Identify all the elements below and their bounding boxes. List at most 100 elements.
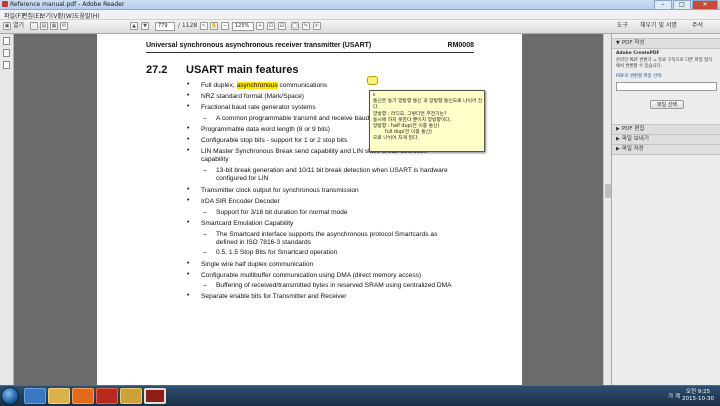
menu-window[interactable]: 창(W) [58, 11, 74, 20]
pdf-page: Universal synchronous asynchronous recei… [97, 34, 522, 389]
tools-panel: ▼ PDF 작성 Adobe CreatePDF 온라인 PDF 변환기 = 유료… [611, 34, 720, 385]
sub-list-item: Support for 3/16 bit duration for normal… [216, 209, 348, 216]
header-rule [146, 52, 474, 53]
sub-list-item: Buffering of received/transmitted bytes … [216, 282, 452, 289]
taskbar: 가 계 오전 9:25 2015-10-30 [0, 385, 720, 406]
system-clock[interactable]: 오전 9:25 2015-10-30 [682, 389, 714, 402]
page-thumbnails-icon[interactable] [3, 37, 10, 45]
bullet-mark: • [187, 260, 190, 267]
bullet-mark: • [187, 103, 190, 110]
collapsed-arrow-icon: ▶ [616, 136, 620, 142]
comment-bubble-icon[interactable]: ◯ [291, 22, 299, 30]
list-item: IrDA SIR Encoder Decoder [201, 198, 280, 205]
bullet-mark: • [187, 292, 190, 299]
list-item: Configurable stop bits - support for 1 o… [201, 137, 348, 144]
collapsed-arrow-icon: ▶ [616, 146, 620, 152]
bullet-mark: • [187, 136, 190, 143]
prev-page-icon[interactable]: ▲ [130, 22, 138, 30]
tab-tools[interactable]: 도구 [617, 22, 628, 30]
list-item: NRZ standard format (Mark/Space) [201, 93, 304, 100]
maximize-button[interactable]: □ [673, 0, 691, 10]
file-explorer-icon[interactable] [48, 388, 70, 404]
bullet-mark: • [187, 271, 190, 278]
sub-list-item: The Smartcard interface supports the asy… [216, 231, 438, 238]
highlight-icon[interactable]: ✎ [302, 22, 310, 30]
bullet-mark: • [187, 125, 190, 132]
bookmarks-icon[interactable] [3, 61, 10, 69]
sub-list-item-continued: defined in ISO 7816-3 standards [216, 239, 311, 246]
window-controls: – □ ✕ [654, 0, 718, 10]
tab-fill-sign[interactable]: 채우기 및 서명 [640, 22, 677, 30]
selected-file-field[interactable] [616, 82, 717, 91]
bullet-mark: • [187, 219, 190, 226]
hand-tool-icon[interactable]: ✋ [210, 22, 218, 30]
menu-edit[interactable]: 편집(E) [22, 11, 42, 20]
highlighted-text[interactable]: asynchronous [236, 82, 278, 89]
email-icon[interactable]: ✉ [60, 22, 68, 30]
bullet-mark: • [187, 81, 190, 88]
page-header-title: Universal synchronous asynchronous recei… [146, 42, 372, 49]
toolbar: ▣ 열기 ⬚ ▤ ▦ ✉ ▲ ▼ 779 / 1128 ↖ ✋ − 125% +… [0, 20, 720, 34]
adobe-reader-icon [2, 1, 8, 7]
adobe-acrobat-icon[interactable] [96, 388, 118, 404]
list-item: Programmable data word length (8 or 9 bi… [201, 126, 331, 133]
dash-mark: – [203, 209, 207, 216]
adobe-reader-task-icon[interactable] [144, 388, 166, 404]
folder-icon[interactable] [120, 388, 142, 404]
media-player-icon[interactable] [72, 388, 94, 404]
select-cursor-icon[interactable]: ↖ [200, 22, 208, 30]
next-page-icon[interactable]: ▼ [141, 22, 149, 30]
fit-width-icon[interactable]: ⊟ [278, 22, 286, 30]
menu-view[interactable]: 보기(V) [40, 11, 60, 20]
dash-mark: – [203, 115, 207, 122]
start-button[interactable] [1, 387, 19, 405]
minimize-button[interactable]: – [654, 0, 672, 10]
input-language-indicator[interactable]: 가 계 [668, 392, 680, 400]
page-number-input[interactable]: 779 [155, 22, 175, 31]
zoom-input[interactable]: 125% [232, 22, 254, 31]
tab-comment[interactable]: 주석 [692, 22, 703, 30]
window-title: Reference manual.pdf - Adobe Reader [10, 1, 125, 8]
zoom-out-icon[interactable]: − [221, 22, 229, 30]
menu-bar: 파일(F) 편집(E) 보기(V) 창(W) 도움말(H) [0, 10, 720, 20]
list-item: Single wire half duplex communication [201, 261, 314, 268]
dash-mark: – [203, 249, 207, 256]
sub-list-item: A common programmable transmit and recei… [216, 115, 383, 122]
dash-mark: – [203, 231, 207, 238]
select-file-button[interactable]: 파일 선택 [650, 100, 684, 109]
sub-list-item-continued: configured for LIN [216, 175, 269, 182]
zoom-in-icon[interactable]: + [256, 22, 264, 30]
list-item: Transmitter clock output for synchronous… [201, 187, 359, 194]
page-total: / 1128 [178, 22, 198, 29]
bullet-mark: • [187, 92, 190, 99]
open-folder-icon[interactable]: ▣ [3, 22, 11, 30]
internet-explorer-icon[interactable] [24, 388, 46, 404]
bullet-mark: • [187, 186, 190, 193]
print-icon[interactable]: ▦ [50, 22, 58, 30]
comment-popup[interactable]: k 통신은 동기 양방향 통신 과 양방향 통신으로 나뉘어 진다. 양방향 :… [369, 90, 485, 152]
menu-file[interactable]: 파일(F) [4, 11, 23, 20]
fit-page-icon[interactable]: ⊡ [267, 22, 275, 30]
comment-text-1: 통신은 동기 양방향 통신 과 양방향 통신으로 나뉘어 진다. [373, 99, 483, 110]
menu-help[interactable]: 도움말(H) [74, 11, 100, 20]
save-icon[interactable]: ▤ [40, 22, 48, 30]
section-title: USART main features [186, 64, 299, 76]
sticky-note-icon[interactable] [367, 76, 378, 85]
attachments-icon[interactable] [3, 49, 10, 57]
create-pdf-icon[interactable]: ⬚ [30, 22, 38, 30]
list-item-continued: capability [201, 156, 229, 163]
close-button[interactable]: ✕ [692, 0, 718, 10]
list-item: Separate enable bits for Transmitter and… [201, 293, 347, 300]
open-button[interactable]: 열기 [13, 22, 24, 30]
sign-icon[interactable]: ✍ [313, 22, 321, 30]
list-item: Fractional baud rate generator systems [201, 104, 316, 111]
pdf-create-section[interactable]: ▼ PDF 작성 [612, 38, 720, 49]
expanded-arrow-icon: ▼ [616, 40, 620, 46]
select-file-label: PDF로 변환할 파일 선택: [616, 74, 663, 79]
file-store-section[interactable]: ▶ 파일 저장 [612, 144, 720, 155]
createpdf-description: 온라인 PDF 변환기 = 유료 구독으로 다른 파일 형식 에서 변환할 수 … [616, 58, 713, 69]
title-bar: Reference manual.pdf - Adobe Reader – □ … [0, 0, 720, 10]
adobe-createpdf-label: Adobe CreatePDF [616, 51, 660, 56]
sub-list-item: 0.5, 1.5 Stop Bits for Smartcard operati… [216, 249, 338, 256]
bullet-mark: • [187, 197, 190, 204]
